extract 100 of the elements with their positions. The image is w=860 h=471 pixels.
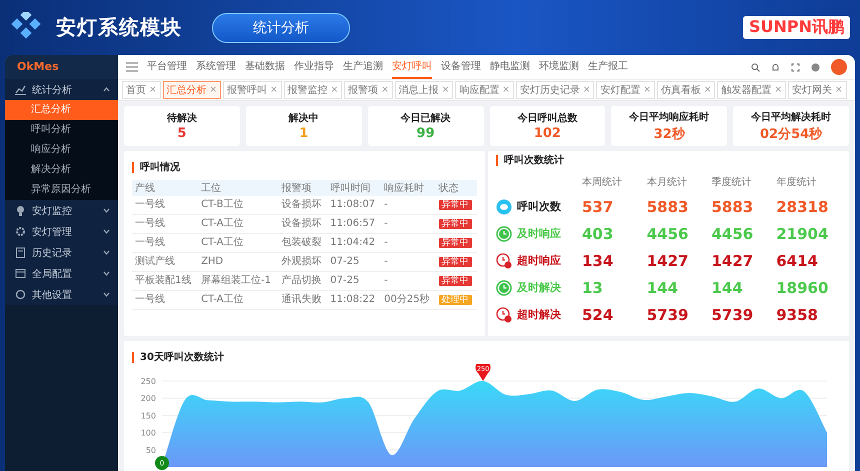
page-tab[interactable]: 安灯配置 × — [596, 81, 655, 99]
menu-icon[interactable] — [126, 62, 138, 72]
submenu-item[interactable]: 响应分析 — [5, 140, 118, 160]
sidebar-item[interactable]: 安灯管理 — [5, 221, 118, 242]
sidebar-item[interactable]: 历史记录 — [5, 242, 118, 263]
column-header: 年度统计 — [776, 176, 818, 189]
window-icon — [15, 268, 26, 279]
count-value: 5739 — [646, 306, 690, 324]
table-cell: 11:08:22 — [327, 290, 382, 310]
close-icon[interactable]: × — [835, 85, 843, 95]
sidebar-label: 全局配置 — [32, 268, 73, 280]
close-icon[interactable]: × — [582, 85, 590, 95]
avatar-icon[interactable] — [831, 59, 847, 75]
axis-tick-label: 50 — [146, 446, 156, 455]
gear-icon — [15, 226, 26, 237]
stat-label: 今日呼叫总数 — [517, 112, 578, 125]
table-cell: 设备损坏 — [278, 196, 328, 214]
close-icon[interactable]: × — [149, 85, 157, 95]
table-cell: 00分25秒 — [381, 290, 436, 310]
count-value: 403 — [582, 224, 614, 242]
table-cell: 产品切换 — [278, 272, 328, 290]
close-icon[interactable]: × — [502, 85, 510, 95]
chat-bubble-icon — [496, 198, 512, 214]
column-header: 本月统计 — [646, 176, 688, 189]
sidebar-item[interactable]: 统计分析 — [5, 79, 118, 100]
sidebar-item[interactable]: 全局配置 — [5, 263, 118, 284]
page-tab[interactable]: 消息上报 × — [394, 81, 454, 99]
search-icon[interactable] — [751, 62, 760, 72]
count-value: 144 — [646, 278, 680, 296]
column-header: 工位 — [198, 180, 279, 196]
close-icon[interactable]: × — [381, 85, 389, 95]
table-cell: 一号线 — [132, 214, 198, 234]
menu-item[interactable]: 系统管理 — [196, 55, 236, 79]
close-icon[interactable]: × — [774, 85, 782, 95]
axis-tick-label: 200 — [140, 394, 156, 404]
page-tab[interactable]: 首页 × — [122, 81, 161, 99]
count-value: 9358 — [776, 306, 819, 324]
page-tab[interactable]: 报警监控 × — [284, 81, 342, 99]
table-cell: 一号线 — [132, 290, 198, 310]
page-tab[interactable]: 仿真看板 × — [656, 81, 716, 99]
submenu-item[interactable]: 异常原因分析 — [5, 180, 118, 200]
section-badge: 统计分析 — [212, 12, 350, 42]
page-tab[interactable]: 安灯历史记录 × — [516, 81, 594, 99]
close-icon[interactable]: × — [270, 85, 278, 95]
bell-icon[interactable] — [771, 62, 780, 72]
table-cell: - — [381, 214, 436, 234]
submenu-item[interactable]: 解决分析 — [5, 160, 118, 180]
count-value: 18960 — [776, 278, 830, 296]
menu-item[interactable]: 生产追溯 — [343, 55, 383, 79]
page-tab[interactable]: 报警呼叫 × — [223, 81, 282, 99]
stat-label: 今日已解决 — [400, 112, 451, 125]
table-cell: 平板装配1线 — [132, 272, 198, 290]
close-icon[interactable]: × — [330, 85, 338, 95]
menu-item[interactable]: 设备管理 — [441, 55, 481, 79]
table-cell: CT-B工位 — [198, 196, 279, 214]
page-tab[interactable]: 安灯网关 × — [788, 81, 847, 99]
close-icon[interactable]: × — [643, 85, 651, 95]
count-label: 呼叫次数 — [517, 199, 561, 214]
close-icon[interactable]: × — [704, 85, 712, 95]
menu-item[interactable]: 环境监测 — [539, 55, 579, 79]
fullscreen-icon[interactable] — [791, 62, 800, 72]
table-cell: - — [381, 234, 436, 252]
table-cell: 测试产线 — [132, 252, 198, 272]
count-value: 537 — [582, 198, 614, 216]
clock-icon — [496, 226, 512, 242]
count-value: 5883 — [712, 198, 754, 216]
close-icon[interactable]: × — [210, 85, 218, 95]
sidebar-item[interactable]: 安灯监控 — [5, 200, 118, 221]
axis-tick-label: 150 — [140, 411, 156, 420]
stat-value: 102 — [534, 126, 561, 141]
menu-item[interactable]: 基础数据 — [245, 55, 285, 79]
menu-item[interactable]: 平台管理 — [147, 55, 187, 79]
status-tag: 异常中 — [438, 276, 472, 286]
sidebar-item[interactable]: 其他设置 — [5, 284, 118, 305]
menu-item[interactable]: 静电监测 — [490, 55, 530, 79]
stat-value: 32秒 — [654, 126, 685, 142]
page-tab[interactable]: 响应配置 × — [455, 81, 514, 99]
panel-title: 30天呼叫次数统计 — [132, 352, 224, 363]
count-value: 1427 — [712, 252, 754, 270]
close-icon[interactable]: × — [442, 85, 450, 95]
table-cell: CT-A工位 — [198, 214, 279, 234]
stat-label: 解决中 — [288, 112, 319, 125]
table-cell: - — [381, 252, 436, 272]
count-value: 4456 — [646, 224, 690, 242]
axis-tick-label: 100 — [140, 428, 156, 438]
page-tab[interactable]: 汇总分析 × — [162, 81, 222, 99]
sidebar-label: 其他设置 — [32, 288, 73, 302]
menu-item[interactable]: 生产报工 — [588, 55, 628, 79]
submenu-item[interactable]: 汇总分析 — [5, 100, 118, 120]
page-tab[interactable]: 报警项 × — [344, 81, 393, 99]
count-label: 超时响应 — [517, 253, 561, 268]
table-cell: 屏幕组装工位-1 — [198, 272, 279, 290]
count-value: 144 — [712, 278, 744, 296]
menu-item[interactable]: 作业指导 — [294, 55, 334, 79]
status-tag: 异常中 — [438, 200, 472, 210]
table-cell: CT-A工位 — [198, 290, 279, 310]
stat-value: 99 — [416, 126, 435, 141]
count-value: 6414 — [776, 252, 819, 270]
submenu-item[interactable]: 呼叫分析 — [5, 120, 118, 140]
page-tab[interactable]: 触发器配置 × — [717, 81, 786, 99]
